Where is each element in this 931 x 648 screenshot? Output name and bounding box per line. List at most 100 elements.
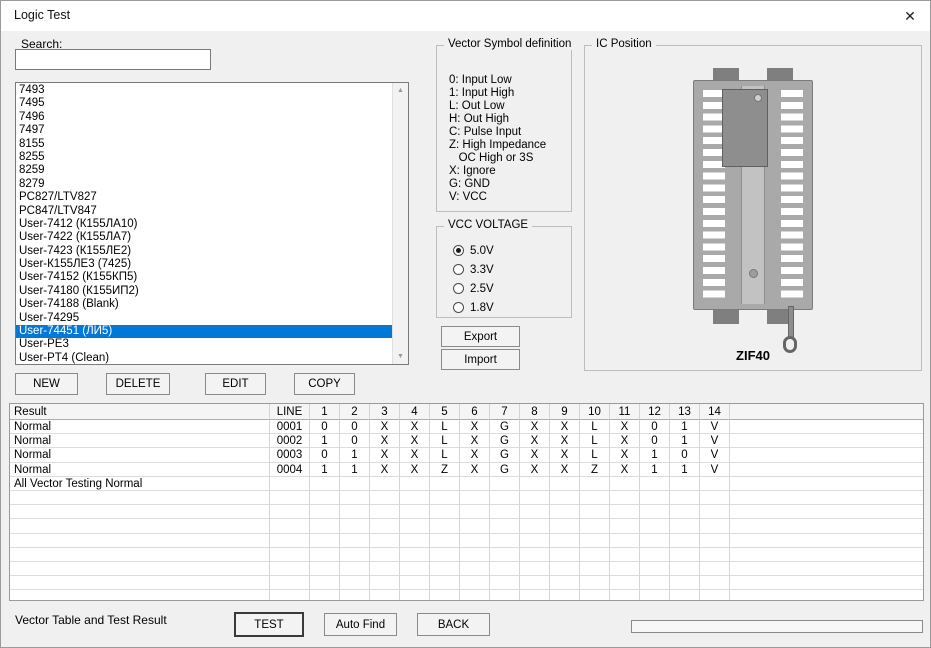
- chip-list-item[interactable]: User-К155ЛЕ3 (7425): [16, 258, 392, 271]
- radio-icon[interactable]: [453, 283, 464, 294]
- chip-list-item[interactable]: User-7423 (К155ЛЕ2): [16, 245, 392, 258]
- delete-button[interactable]: DELETE: [106, 373, 170, 395]
- chip-list-item[interactable]: 8279: [16, 178, 392, 191]
- import-button[interactable]: Import: [441, 349, 520, 370]
- table-row[interactable]: [10, 562, 923, 576]
- table-header-cell[interactable]: 10: [580, 404, 610, 420]
- new-button[interactable]: NEW: [15, 373, 78, 395]
- back-button[interactable]: BACK: [417, 613, 490, 636]
- chip-list-item[interactable]: User-PT4 (Clean): [16, 352, 392, 365]
- table-row[interactable]: Normal000100XXLXGXXLX01V: [10, 420, 923, 434]
- table-header-cell[interactable]: 6: [460, 404, 490, 420]
- table-row[interactable]: [10, 590, 923, 601]
- vector-symbol-line: 0: Input Low: [449, 74, 546, 87]
- test-button[interactable]: TEST: [234, 612, 304, 637]
- table-cell-filler: [730, 434, 923, 448]
- close-icon[interactable]: ✕: [898, 4, 922, 28]
- table-row[interactable]: All Vector Testing Normal: [10, 477, 923, 491]
- table-row[interactable]: [10, 548, 923, 562]
- chip-list-item[interactable]: 7496: [16, 111, 392, 124]
- chip-list-item[interactable]: PC847/LTV847: [16, 205, 392, 218]
- table-row[interactable]: [10, 505, 923, 519]
- chip-list-item[interactable]: User-74188 (Blank): [16, 298, 392, 311]
- table-row[interactable]: Normal000301XXLXGXXLX10V: [10, 448, 923, 462]
- table-row[interactable]: [10, 519, 923, 533]
- table-cell: [520, 534, 550, 548]
- radio-icon[interactable]: [453, 302, 464, 313]
- table-row[interactable]: Normal000210XXLXGXXLX01V: [10, 434, 923, 448]
- vcc-option-label: 1.8V: [470, 302, 494, 314]
- table-cell: X: [610, 463, 640, 477]
- table-cell: [10, 576, 270, 590]
- chip-list-item[interactable]: User-74451 (ЛИ5): [16, 325, 392, 338]
- chip-list-item[interactable]: User-74295: [16, 312, 392, 325]
- table-cell: 1: [340, 448, 370, 462]
- table-header-cell[interactable]: 12: [640, 404, 670, 420]
- table-header-cell[interactable]: 9: [550, 404, 580, 420]
- table-cell: X: [520, 420, 550, 434]
- chip-list-item[interactable]: 8155: [16, 138, 392, 151]
- table-cell: [460, 477, 490, 491]
- chip-list-item[interactable]: 8255: [16, 151, 392, 164]
- chip-list-item[interactable]: 8259: [16, 164, 392, 177]
- table-cell: X: [370, 448, 400, 462]
- table-row[interactable]: Normal000411XXZXGXXZX11V: [10, 463, 923, 477]
- table-cell: [700, 491, 730, 505]
- export-button[interactable]: Export: [441, 326, 520, 347]
- table-cell: [10, 590, 270, 601]
- table-cell-filler: [730, 420, 923, 434]
- table-cell: 0001: [270, 420, 310, 434]
- table-header-cell[interactable]: 14: [700, 404, 730, 420]
- table-cell: 0004: [270, 463, 310, 477]
- vcc-option[interactable]: 2.5V: [453, 279, 494, 298]
- chip-list-item[interactable]: 7497: [16, 124, 392, 137]
- vcc-option[interactable]: 3.3V: [453, 260, 494, 279]
- table-cell: [340, 491, 370, 505]
- table-cell: [270, 491, 310, 505]
- table-header-cell[interactable]: 2: [340, 404, 370, 420]
- vector-symbol-line: Z: High Impedance: [449, 139, 546, 152]
- table-header-cell[interactable]: 3: [370, 404, 400, 420]
- table-row[interactable]: [10, 491, 923, 505]
- radio-icon[interactable]: [453, 264, 464, 275]
- table-header-cell[interactable]: 5: [430, 404, 460, 420]
- radio-icon[interactable]: [453, 245, 464, 256]
- chip-list-item[interactable]: User-74152 (К155КП5): [16, 271, 392, 284]
- table-cell: X: [400, 434, 430, 448]
- table-header-cell[interactable]: 7: [490, 404, 520, 420]
- table-header-cell[interactable]: 8: [520, 404, 550, 420]
- table-header-cell[interactable]: 1: [310, 404, 340, 420]
- table-header-cell[interactable]: 4: [400, 404, 430, 420]
- copy-button[interactable]: COPY: [294, 373, 355, 395]
- table-cell: 0: [340, 434, 370, 448]
- table-cell: X: [610, 420, 640, 434]
- table-cell: [10, 519, 270, 533]
- list-scrollbar[interactable]: ▲ ▼: [392, 83, 408, 364]
- table-row[interactable]: [10, 576, 923, 590]
- table-cell: Normal: [10, 434, 270, 448]
- table-cell: [340, 590, 370, 601]
- table-row[interactable]: [10, 534, 923, 548]
- chip-list-item[interactable]: 7495: [16, 97, 392, 110]
- chip-list-item[interactable]: User-PE3: [16, 338, 392, 351]
- table-header-cell[interactable]: 13: [670, 404, 700, 420]
- chip-list-item[interactable]: 7493: [16, 84, 392, 97]
- vcc-option[interactable]: 5.0V: [453, 241, 494, 260]
- table-cell-filler: [730, 548, 923, 562]
- table-cell: 0: [310, 448, 340, 462]
- search-input[interactable]: [15, 49, 211, 70]
- scroll-down-icon[interactable]: ▼: [393, 349, 408, 364]
- table-header-cell[interactable]: 11: [610, 404, 640, 420]
- auto-find-button[interactable]: Auto Find: [324, 613, 397, 636]
- chip-list-item[interactable]: PC827/LTV827: [16, 191, 392, 204]
- table-cell: X: [520, 448, 550, 462]
- edit-button[interactable]: EDIT: [205, 373, 266, 395]
- chip-list: 74937495749674978155825582598279PC827/LT…: [16, 84, 392, 365]
- table-header-cell[interactable]: Result: [10, 404, 270, 420]
- chip-list-item[interactable]: User-74180 (К155ИП2): [16, 285, 392, 298]
- scroll-up-icon[interactable]: ▲: [393, 83, 408, 98]
- chip-list-item[interactable]: User-7422 (К155ЛА7): [16, 231, 392, 244]
- vcc-option[interactable]: 1.8V: [453, 298, 494, 317]
- table-header-cell[interactable]: LINE: [270, 404, 310, 420]
- chip-list-item[interactable]: User-7412 (К155ЛА10): [16, 218, 392, 231]
